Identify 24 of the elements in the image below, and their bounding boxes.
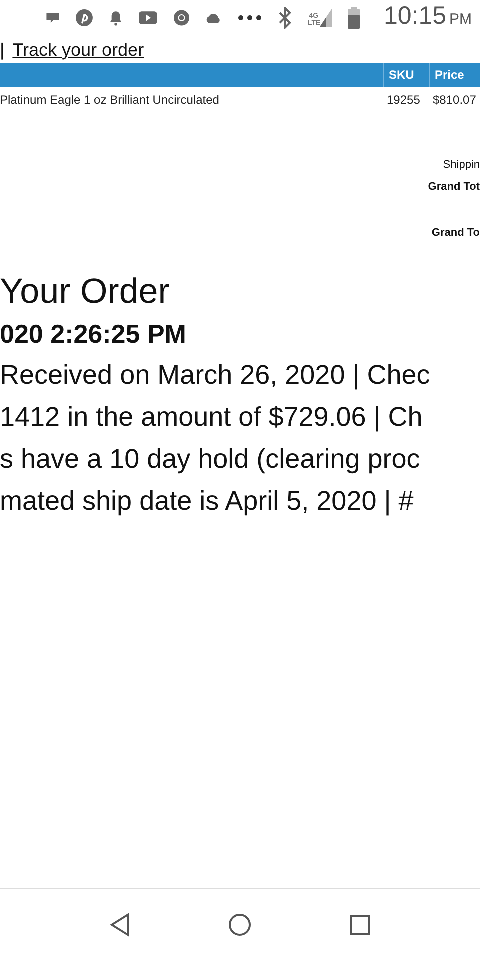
order-detail-line: s have a 10 day hold (clearing proc [0,443,422,476]
column-header: Price [429,63,480,87]
signal-icon [320,9,332,27]
clock-time: 10:15 [384,4,447,30]
browser-icon [174,7,190,29]
order-detail-line: 1412 in the amount of $729.06 | Ch [0,401,424,434]
table-cell-text: $810.07 [432,92,478,108]
order-detail-line: mated ship date is April 5, 2020 | # [0,485,415,518]
table-cell-text: 19255 [386,92,422,108]
more-icon [238,15,262,21]
total-label: Grand To [432,226,480,240]
order-detail-line: Received on March 26, 2020 | Chec [0,359,432,392]
clock-meridiem: PM [450,10,472,30]
order-timestamp: 020 2:26:25 PM [0,318,188,350]
track-order-link[interactable]: Track your order [12,39,144,63]
total-label: Grand Tot [428,180,480,194]
order-heading: Your Order [0,272,171,312]
column-header: SKU [383,63,429,87]
table-cell-text: Platinum Eagle 1 oz Brilliant Uncirculated [0,92,220,108]
battery-icon [348,7,360,29]
separator-text: | [0,39,5,62]
cloud-icon [205,11,222,25]
bluetooth-icon [278,7,292,29]
shipping-label: Shippin [443,158,480,172]
